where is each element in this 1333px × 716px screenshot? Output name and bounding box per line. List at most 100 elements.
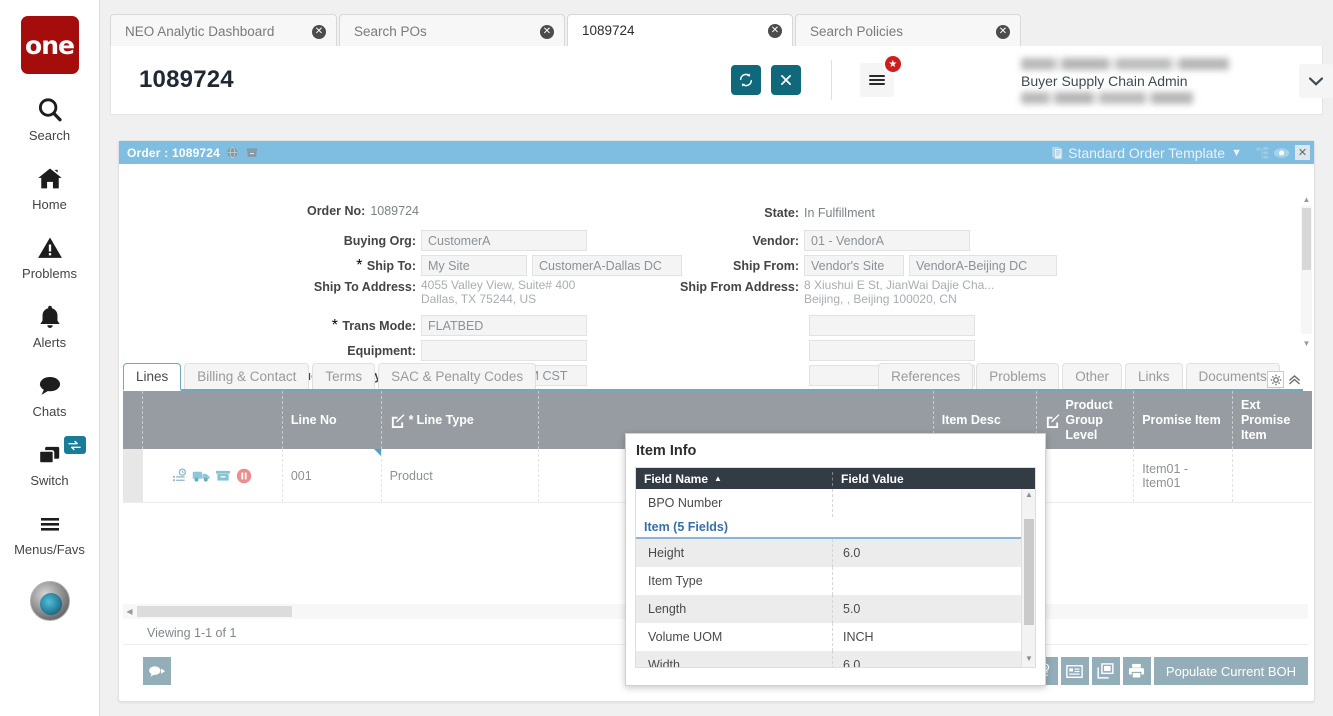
form-scroll-thumb[interactable] [1302,208,1311,270]
sort-ascending-icon: ▲ [714,474,722,483]
swap-arrows-icon[interactable] [64,436,86,454]
item-info-row[interactable]: Length 5.0 [636,595,1035,623]
sidebar-label-alerts: Alerts [33,335,66,350]
tab-label: Documents [1199,369,1267,384]
tab-other[interactable]: Other [1062,363,1122,389]
close-order-button[interactable] [771,65,801,95]
close-icon[interactable]: ✕ [996,25,1010,39]
tab-label: Links [1138,369,1170,384]
tab-1089724[interactable]: 1089724 ✕ [567,14,793,48]
ship-from-location-input[interactable]: VendorA-Beijing DC [909,255,1057,276]
archive-box-icon[interactable] [245,146,259,159]
hold-icon[interactable] [236,468,252,484]
item-info-scroll-thumb[interactable] [1024,519,1034,625]
sidebar-item-alerts[interactable]: Alerts [0,300,100,350]
print-icon[interactable] [1123,657,1151,685]
trans-mode-input[interactable]: FLATBED [421,315,587,336]
item-info-row[interactable]: Item Type [636,567,1035,595]
grid-header-line-no[interactable]: Line No [283,391,382,449]
blank-field-input-1[interactable] [809,315,975,336]
item-info-scrollbar[interactable]: ▲ ▼ [1021,489,1035,667]
sidebar-item-menus-favs[interactable]: Menus/Favs [0,507,100,557]
item-info-row[interactable]: BPO Number [636,489,1035,517]
tab-references[interactable]: References [878,363,973,389]
menu-button[interactable]: ★ [860,63,894,97]
sidebar-item-chats[interactable]: Chats [0,369,100,419]
grid-header-line-type[interactable]: * Line Type [382,391,540,449]
tab-sac-penalty-codes[interactable]: SAC & Penalty Codes [378,363,536,389]
refresh-button[interactable] [731,65,761,95]
template-document-icon[interactable] [1051,146,1064,160]
grid-header-promise-item[interactable]: Promise Item [1134,391,1233,449]
globe-icon[interactable] [226,146,239,159]
vendor-input[interactable]: 01 - VendorA [804,230,970,251]
field-equipment: Equipment: [119,340,587,361]
sidebar-item-search[interactable]: Search [0,93,100,143]
timeline-icon[interactable] [172,468,189,483]
item-info-row[interactable]: Height 6.0 [636,539,1035,567]
tab-links[interactable]: Links [1125,363,1183,389]
cell-line-no[interactable]: 001 [283,449,382,502]
sidebar-item-home[interactable]: Home [0,162,100,212]
truck-icon[interactable] [192,468,211,483]
collapse-chevrons-icon[interactable] [1286,371,1303,388]
grid-header-product-group-level[interactable]: Product Group Level [1037,391,1134,449]
home-icon [35,162,65,196]
user-info[interactable]: Buyer Supply Chain Admin [1021,56,1289,106]
column-header-field-value[interactable]: Field Value [833,472,1035,486]
cell-line-type[interactable]: Product [382,449,540,502]
item-info-popup: Item Info Field Name ▲ Field Value BPO N… [625,433,1046,686]
buying-org-input[interactable]: CustomerA [421,230,587,251]
tab-search-pos[interactable]: Search POs ✕ [339,14,565,48]
ship-to-site-input[interactable]: My Site [421,255,527,276]
ship-from-address-line1: 8 Xiushui E St, JianWai Dajie Cha... [804,278,994,292]
populate-current-boh-button[interactable]: Populate Current BOH [1154,657,1308,685]
cell-promise-item[interactable]: Item01 - Item01 [1134,449,1233,502]
close-icon[interactable]: ✕ [540,25,554,39]
tab-billing-contact[interactable]: Billing & Contact [184,363,309,389]
tab-terms[interactable]: Terms [312,363,375,389]
hscroll-thumb[interactable] [137,606,292,617]
scroll-up-arrow-icon[interactable]: ▲ [1022,489,1035,501]
scroll-down-arrow-icon[interactable]: ▼ [1022,653,1035,665]
item-info-row[interactable]: Volume UOM INCH [636,623,1035,651]
equipment-input[interactable] [421,340,587,361]
ship-from-site-input[interactable]: Vendor's Site [804,255,904,276]
copy-icon[interactable] [1092,657,1120,685]
scroll-up-arrow-icon[interactable]: ▲ [1301,196,1312,204]
form-scrollbar[interactable]: ▲ ▼ [1301,196,1312,348]
hierarchy-icon[interactable] [1255,146,1270,160]
scroll-down-arrow-icon[interactable]: ▼ [1301,340,1312,348]
tab-lines[interactable]: Lines [123,363,181,391]
cell-product-group-level[interactable] [1037,449,1134,502]
grid-header-ext-promise-item[interactable]: Ext Promise Item [1233,391,1312,449]
note-icon[interactable] [1061,657,1089,685]
field-label: Ship To Address [314,280,412,294]
blank-field-input-2[interactable] [809,340,975,361]
cell-ext-promise-item[interactable] [1233,449,1312,502]
tab-problems[interactable]: Problems [976,363,1059,389]
close-icon[interactable]: ✕ [312,25,326,39]
user-menu-chevron-down-icon[interactable] [1299,64,1333,98]
windows-stack-icon [35,438,65,472]
order-template-label[interactable]: Standard Order Template [1068,145,1225,161]
avatar[interactable] [30,581,70,621]
application-root: one Search Home Problems Alerts [0,0,1333,716]
tab-neo-analytic-dashboard[interactable]: NEO Analytic Dashboard ✕ [110,14,337,48]
gear-icon[interactable] [1267,371,1284,388]
tab-search-policies[interactable]: Search Policies ✕ [795,14,1021,48]
footer-actions: Populate Current BOH [1030,657,1308,685]
sidebar-item-problems[interactable]: Problems [0,231,100,281]
scroll-left-arrow-icon[interactable]: ◀ [123,607,136,616]
ship-to-address-line2: Dallas, TX 75244, US [421,292,575,306]
sidebar-item-switch[interactable]: Switch [0,438,100,488]
close-panel-icon[interactable]: ✕ [1295,145,1310,160]
item-info-group-header[interactable]: Item (5 Fields) [636,517,1035,539]
eye-icon[interactable] [1273,147,1290,159]
close-icon[interactable]: ✕ [768,24,782,38]
column-header-field-name[interactable]: Field Name ▲ [636,472,833,486]
box-icon[interactable] [215,469,231,483]
template-chevron-down-icon[interactable]: ▼ [1231,147,1242,159]
chat-play-icon[interactable] [143,657,171,685]
item-info-row[interactable]: Width 6.0 [636,651,1035,667]
